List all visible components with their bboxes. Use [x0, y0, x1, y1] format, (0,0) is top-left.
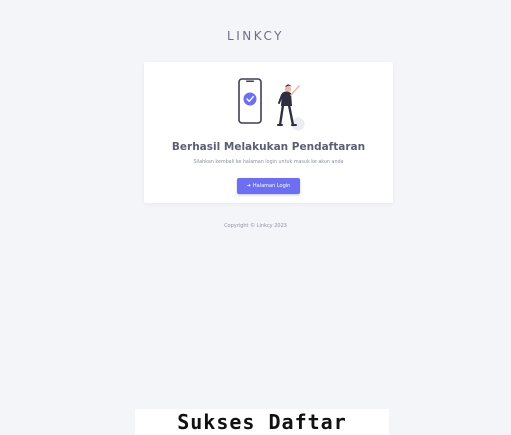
sign-in-icon: ➜ [246, 183, 251, 189]
copyright-text: Copyright © Linkcy 2023 [224, 223, 287, 229]
success-title: Berhasil Melakukan Pendaftaran [171, 141, 366, 153]
caption-banner: Sukses Daftar [135, 409, 389, 435]
success-card: Berhasil Melakukan Pendaftaran Silahkan … [144, 62, 393, 203]
login-page-button-label: Halaman Login [252, 183, 291, 189]
phone-checkmark-person-illustration [238, 78, 305, 131]
success-subtitle: Silahkan kembali ke halaman login untuk … [193, 160, 344, 165]
brand-logo: LINKCY [227, 29, 284, 43]
login-page-button[interactable]: ➜ Halaman Login [237, 178, 300, 194]
